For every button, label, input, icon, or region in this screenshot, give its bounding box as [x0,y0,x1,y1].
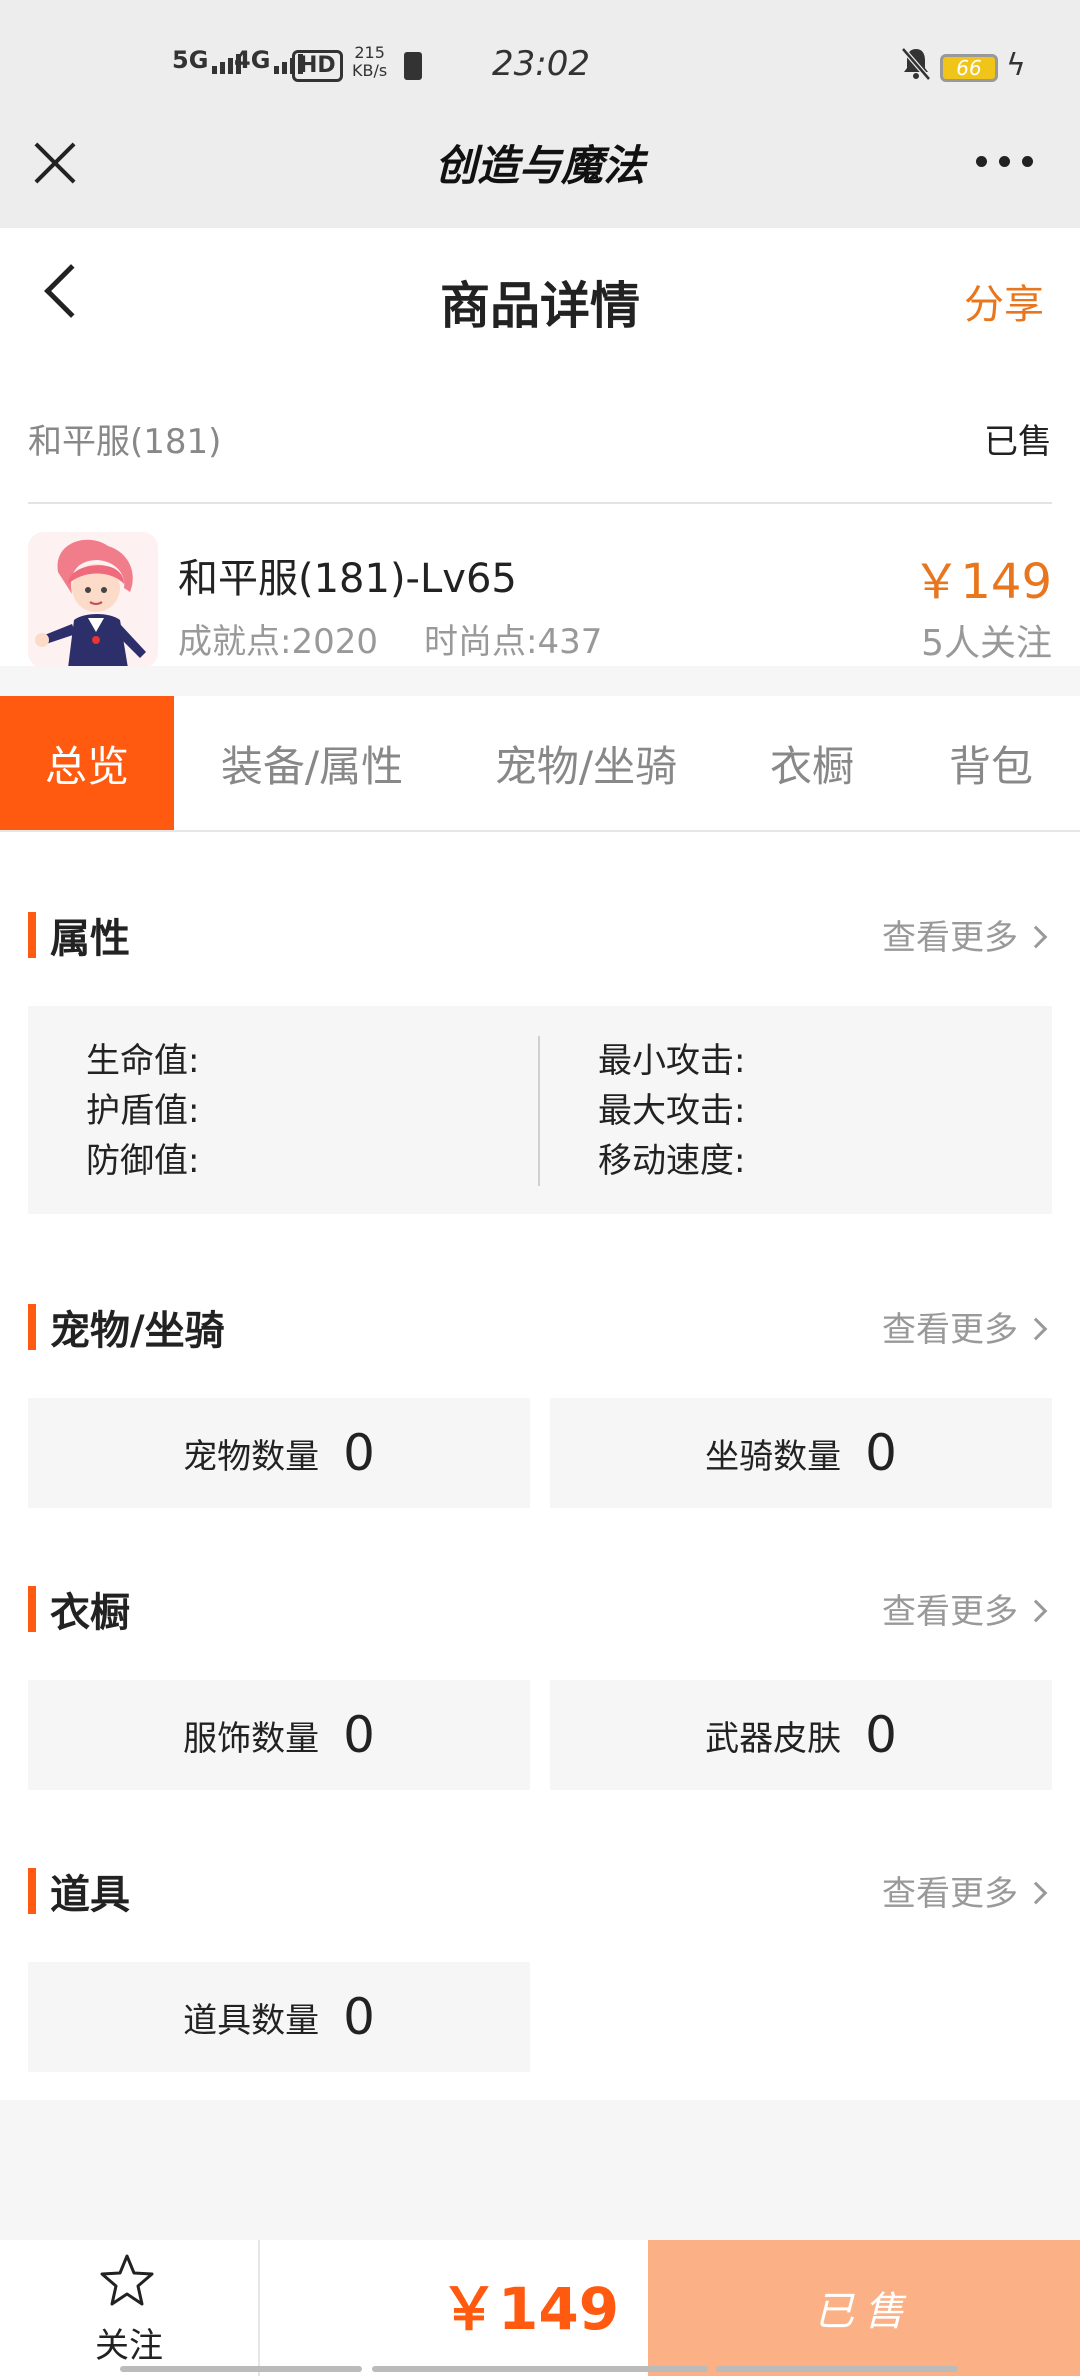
item-count-card: 道具数量 0 [28,1962,530,2072]
weapon-skin-card: 武器皮肤 0 [550,1680,1052,1790]
pets-header: 宠物/坐骑 查看更多 [28,1302,1052,1354]
home-indicator [120,2366,362,2372]
character-avatar-icon [28,532,158,668]
server-name: 和平服(181) [28,422,222,462]
tab-overview[interactable]: 总览 [0,696,174,830]
bottom-bar: 关注 ￥149 已售 [0,2240,1080,2376]
status-badge: 已售 [984,422,1052,462]
wardrobe-title: 衣橱 [50,1590,130,1636]
items-more-link[interactable]: 查看更多 [882,1866,1048,1915]
page-title: 商品详情 [440,277,640,335]
battery-icon: 66 [940,54,998,82]
item-count-value: 0 [343,1988,375,2046]
more-label: 查看更多 [882,1592,1018,1632]
avatar [28,532,158,668]
top-bar: 5G 4G HD 215 KB/s 23:02 66 ϟ 创造与魔法 [0,0,1080,228]
signal-4g-label: 4G [234,46,271,74]
battery-small-icon [404,52,422,80]
sold-button[interactable]: 已售 [648,2240,1080,2376]
more-label: 查看更多 [882,1874,1018,1914]
tab-wardrobe[interactable]: 衣橱 [722,696,902,830]
app-title: 创造与魔法 [434,141,645,190]
product-name: 和平服(181)-Lv65 [178,556,517,602]
tab-pets[interactable]: 宠物/坐骑 [450,696,722,830]
divider [28,502,1052,504]
net-speed-value: 215 [354,43,385,62]
chevron-right-icon [1024,925,1048,948]
section-gap [0,666,1080,696]
attributes-title: 属性 [50,916,130,962]
hd-label: HD [292,50,343,82]
wardrobe-header: 衣橱 查看更多 [28,1584,1052,1636]
signal-5g-label: 5G [172,46,209,74]
more-label: 查看更多 [882,918,1018,958]
more-label: 查看更多 [882,1310,1018,1350]
achievement-points: 成就点:2020 [178,622,378,662]
item-count-label: 道具数量 [183,2000,320,2041]
more-menu-icon[interactable] [976,156,1033,167]
pets-more-link[interactable]: 查看更多 [882,1302,1048,1351]
hd-icon: HD [292,50,343,82]
home-indicator [716,2366,958,2372]
fashion-points: 时尚点:437 [424,622,603,662]
wardrobe-more-link[interactable]: 查看更多 [882,1584,1048,1633]
net-speed-unit: KB/s [352,61,388,80]
attr-move-speed: 移动速度: [598,1141,746,1181]
section-marker [28,912,36,958]
bottom-divider [258,2240,260,2376]
tab-bar: 总览 装备/属性 宠物/坐骑 衣橱 背包 [0,696,1080,832]
costume-count-value: 0 [343,1706,375,1764]
status-bar: 5G 4G HD 215 KB/s 23:02 66 ϟ [0,0,1080,130]
attributes-left-column: 生命值: 护盾值: 防御值: [86,1036,199,1186]
mount-count-value: 0 [865,1424,897,1482]
weapon-skin-label: 武器皮肤 [705,1718,842,1759]
section-marker [28,1586,36,1632]
attributes-header: 属性 查看更多 [28,910,1052,962]
items-title: 道具 [50,1872,130,1918]
attr-hp: 生命值: [86,1041,200,1081]
follow-button[interactable]: 关注 [0,2240,258,2376]
page-bottom-spacer [0,2100,1080,2240]
product-price: ￥149 [912,554,1052,610]
tab-backpack[interactable]: 背包 [902,696,1080,830]
mount-count-label: 坐骑数量 [705,1436,842,1477]
costume-count-label: 服饰数量 [183,1718,320,1759]
chevron-right-icon [1024,1881,1048,1904]
attr-shield: 护盾值: [86,1091,200,1131]
charging-icon: ϟ [1006,48,1026,83]
bottom-price: ￥149 [440,2275,620,2343]
attr-min-attack: 最小攻击: [598,1041,746,1081]
follow-label: 关注 [95,2326,163,2366]
section-marker [28,1304,36,1350]
chevron-right-icon [1024,1317,1048,1340]
bell-muted-icon [901,47,931,81]
share-button[interactable]: 分享 [964,272,1044,330]
pet-count-value: 0 [343,1424,375,1482]
section-marker [28,1868,36,1914]
pets-title: 宠物/坐骑 [50,1308,225,1354]
signal-5g: 5G [172,46,242,74]
follow-count: 5人关注 [921,623,1052,664]
attributes-divider [538,1036,540,1186]
weapon-skin-value: 0 [865,1706,897,1764]
pet-count-card: 宠物数量 0 [28,1398,530,1508]
pet-count-label: 宠物数量 [183,1436,320,1477]
clock: 23:02 [492,44,590,84]
net-speed: 215 KB/s [352,44,387,80]
home-indicator [372,2366,708,2372]
chevron-right-icon [1024,1599,1048,1622]
attributes-right-column: 最小攻击: 最大攻击: 移动速度: [598,1036,745,1186]
attributes-more-link[interactable]: 查看更多 [882,910,1048,959]
mount-count-card: 坐骑数量 0 [550,1398,1052,1508]
attr-max-attack: 最大攻击: [598,1091,746,1131]
attributes-panel: 生命值: 护盾值: 防御值: 最小攻击: 最大攻击: 移动速度: [28,1006,1052,1214]
star-icon [100,2254,154,2306]
items-header: 道具 查看更多 [28,1866,1052,1918]
attr-defense: 防御值: [86,1141,200,1181]
tab-equipment[interactable]: 装备/属性 [174,696,450,830]
costume-count-card: 服饰数量 0 [28,1680,530,1790]
